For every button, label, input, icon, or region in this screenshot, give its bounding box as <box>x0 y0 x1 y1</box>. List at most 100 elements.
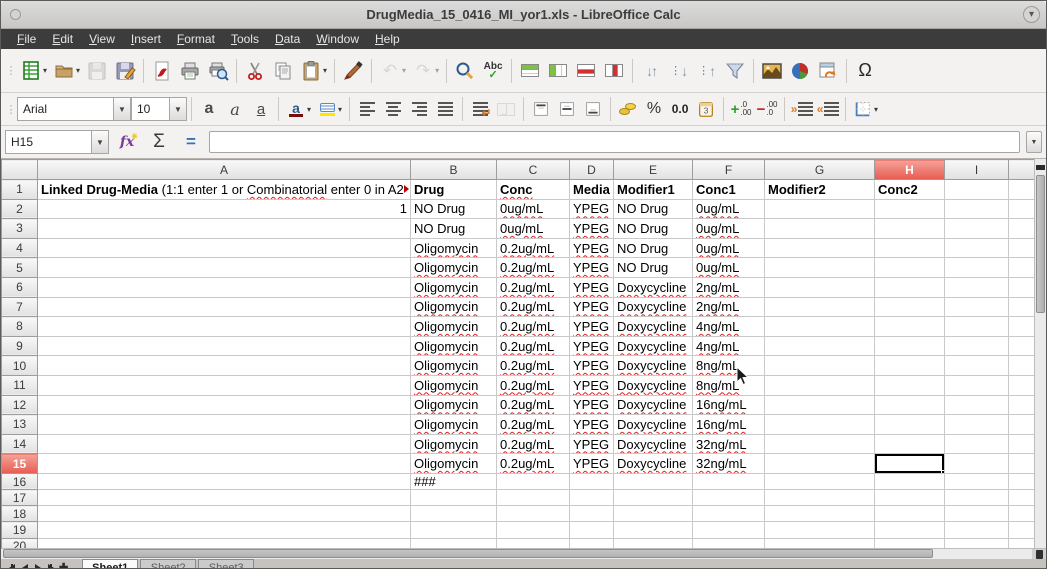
paste-button[interactable]: ▾ <box>297 55 330 87</box>
cell-F4[interactable]: 0ug/mL <box>693 238 765 258</box>
cell-H4[interactable] <box>875 238 945 258</box>
row-header-10[interactable]: 10 <box>2 356 38 376</box>
cell-F12[interactable]: 16ng/mL <box>693 395 765 415</box>
column-header-B[interactable]: B <box>411 160 497 180</box>
cell-D12[interactable]: YPEG <box>570 395 614 415</box>
cell-A10[interactable] <box>38 356 411 376</box>
date-format-button[interactable]: 3 <box>693 95 719 123</box>
split-window-handle[interactable] <box>1036 165 1045 170</box>
cell-G2[interactable] <box>765 199 875 219</box>
cell-D19[interactable] <box>570 522 614 538</box>
cell-partial[interactable] <box>1009 336 1035 356</box>
vertical-scrollbar-thumb[interactable] <box>1036 175 1045 313</box>
cell-A2[interactable]: 1 <box>38 199 411 219</box>
cell-H8[interactable] <box>875 317 945 337</box>
cell-C16[interactable] <box>497 473 570 489</box>
font-size-combobox-dropdown-icon[interactable]: ▼ <box>169 97 187 121</box>
cell-A5[interactable] <box>38 258 411 278</box>
cell-A13[interactable] <box>38 415 411 435</box>
font-size-combobox[interactable]: 10▼ <box>131 97 187 121</box>
cell-A18[interactable] <box>38 506 411 522</box>
cell-D8[interactable]: YPEG <box>570 317 614 337</box>
cell-partial[interactable] <box>1009 317 1035 337</box>
cell-D1[interactable]: Media <box>570 180 614 200</box>
cell-A16[interactable] <box>38 473 411 489</box>
cell-D6[interactable]: YPEG <box>570 277 614 297</box>
align-bottom-button[interactable] <box>580 95 606 123</box>
cell-E11[interactable]: Doxycycline <box>614 375 693 395</box>
cell-B8[interactable]: Oligomycin <box>411 317 497 337</box>
cell-C1[interactable]: Conc <box>497 180 570 200</box>
cell-partial[interactable] <box>1009 395 1035 415</box>
cell-B5[interactable]: Oligomycin <box>411 258 497 278</box>
paste-button-dropdown-icon[interactable]: ▾ <box>323 66 327 75</box>
cell-I18[interactable] <box>945 506 1009 522</box>
cell-E17[interactable] <box>614 490 693 506</box>
cell-F20[interactable] <box>693 538 765 548</box>
print-button[interactable] <box>176 55 204 87</box>
cell-H1[interactable]: Conc2 <box>875 180 945 200</box>
cell-G4[interactable] <box>765 238 875 258</box>
cell-B13[interactable]: Oligomycin <box>411 415 497 435</box>
cell-D13[interactable]: YPEG <box>570 415 614 435</box>
cell-E9[interactable]: Doxycycline <box>614 336 693 356</box>
cell-B4[interactable]: Oligomycin <box>411 238 497 258</box>
cell-H5[interactable] <box>875 258 945 278</box>
cell-I1[interactable] <box>945 180 1009 200</box>
cell-C18[interactable] <box>497 506 570 522</box>
cell-C3[interactable]: 0ug/mL <box>497 219 570 239</box>
cell-G14[interactable] <box>765 434 875 454</box>
cell-C14[interactable]: 0.2ug/mL <box>497 434 570 454</box>
cell-A20[interactable] <box>38 538 411 548</box>
cell-partial[interactable] <box>1009 473 1035 489</box>
next-sheet-icon[interactable] <box>35 564 41 569</box>
cell-C7[interactable]: 0.2ug/mL <box>497 297 570 317</box>
cell-B18[interactable] <box>411 506 497 522</box>
cell-G20[interactable] <box>765 538 875 548</box>
cell-E19[interactable] <box>614 522 693 538</box>
scrollbar-grip-icon[interactable] <box>1036 550 1043 559</box>
cell-partial[interactable] <box>1009 375 1035 395</box>
borders-button[interactable]: ▾ <box>850 95 881 123</box>
row-header-18[interactable]: 18 <box>2 506 38 522</box>
cell-B3[interactable]: NO Drug <box>411 219 497 239</box>
cell-F18[interactable] <box>693 506 765 522</box>
redo-button-dropdown-icon[interactable]: ▾ <box>435 66 439 75</box>
bold-button[interactable]: a <box>196 95 222 123</box>
cell-C6[interactable]: 0.2ug/mL <box>497 277 570 297</box>
cell-H3[interactable] <box>875 219 945 239</box>
cell-B9[interactable]: Oligomycin <box>411 336 497 356</box>
column-header-partial[interactable] <box>1009 160 1035 180</box>
italic-button[interactable]: a <box>222 95 248 123</box>
align-center-button[interactable] <box>380 95 406 123</box>
fill-handle[interactable] <box>941 470 945 474</box>
cell-A3[interactable] <box>38 219 411 239</box>
cell-E8[interactable]: Doxycycline <box>614 317 693 337</box>
cell-partial[interactable] <box>1009 538 1035 548</box>
find-replace-button[interactable] <box>451 55 479 87</box>
align-top-button[interactable] <box>528 95 554 123</box>
cell-B19[interactable] <box>411 522 497 538</box>
name-box-value[interactable]: H15 <box>5 130 91 154</box>
cell-E15[interactable]: Doxycycline <box>614 454 693 474</box>
cell-G9[interactable] <box>765 336 875 356</box>
cell-B7[interactable]: Oligomycin <box>411 297 497 317</box>
insert-image-button[interactable] <box>758 55 786 87</box>
expand-formula-bar-icon[interactable]: ▼ <box>1026 131 1042 153</box>
row-header-13[interactable]: 13 <box>2 415 38 435</box>
cell-F9[interactable]: 4ng/mL <box>693 336 765 356</box>
cell-I15[interactable] <box>945 454 1009 474</box>
decrease-indent-button[interactable]: « <box>815 95 841 123</box>
cell-F6[interactable]: 2ng/mL <box>693 277 765 297</box>
cell-F2[interactable]: 0ug/mL <box>693 199 765 219</box>
cell-E13[interactable]: Doxycycline <box>614 415 693 435</box>
cell-E3[interactable]: NO Drug <box>614 219 693 239</box>
formula-input[interactable] <box>209 131 1020 153</box>
menu-format[interactable]: Format <box>169 30 223 48</box>
borders-button-dropdown-icon[interactable]: ▾ <box>874 105 878 114</box>
cell-H17[interactable] <box>875 490 945 506</box>
highlight-color-button[interactable]: ▾ <box>314 95 345 123</box>
row-header-6[interactable]: 6 <box>2 277 38 297</box>
cell-E5[interactable]: NO Drug <box>614 258 693 278</box>
cell-C17[interactable] <box>497 490 570 506</box>
